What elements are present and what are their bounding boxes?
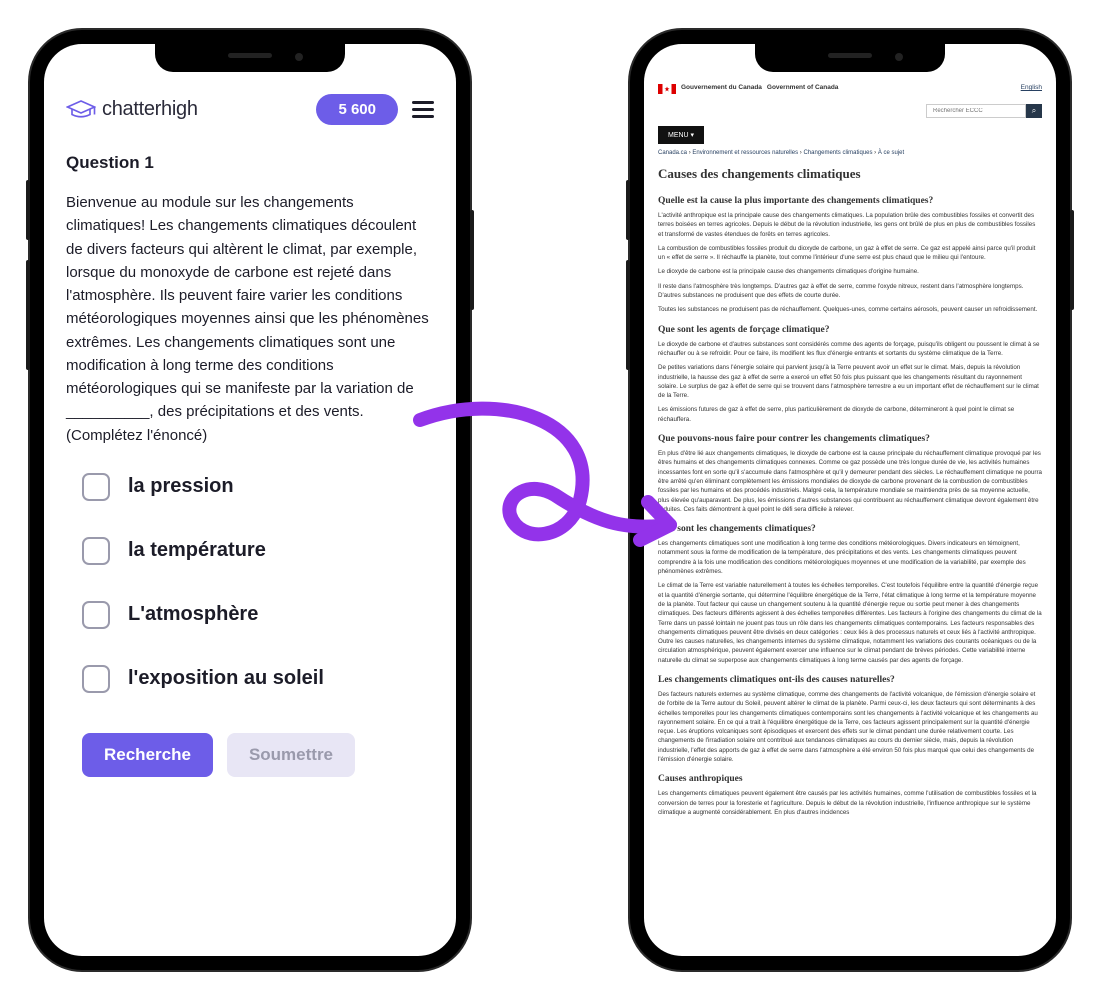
breadcrumb-item[interactable]: Changements climatiques [803, 150, 872, 156]
phone-screen-right: Gouvernement du Canada Government of Can… [644, 44, 1056, 956]
body-text: En plus d'être lié aux changements clima… [658, 449, 1042, 514]
checkbox-icon[interactable] [82, 665, 110, 693]
menu-button[interactable]: MENU ▾ [658, 126, 704, 144]
quiz-app: chatterhigh 5 600 Question 1 Bienvenue a… [44, 44, 456, 956]
question-number: Question 1 [66, 153, 434, 173]
gov-header: Gouvernement du Canada Government of Can… [658, 84, 1042, 94]
phone-side-button [470, 210, 474, 310]
search-button[interactable]: ⌕ [1026, 104, 1042, 118]
canada-flag-icon [658, 84, 676, 94]
body-text: Le dioxyde de carbone et d'autres substa… [658, 340, 1042, 359]
option-label: la température [128, 539, 266, 562]
research-button[interactable]: Recherche [82, 733, 213, 777]
header-right: 5 600 [316, 94, 434, 125]
option-1[interactable]: la pression [82, 473, 434, 501]
submit-button[interactable]: Soumettre [227, 733, 355, 777]
option-4[interactable]: l'exposition au soleil [82, 665, 434, 693]
gov-name-fr: Gouvernement du Canada [681, 84, 762, 92]
body-text: La combustion de combustibles fossiles p… [658, 244, 1042, 263]
checkbox-icon[interactable] [82, 601, 110, 629]
breadcrumb-item[interactable]: À ce sujet [878, 150, 904, 156]
brand-logo[interactable]: chatterhigh [66, 98, 198, 121]
phone-notch [155, 44, 345, 72]
body-text: Le climat de la Terre est variable natur… [658, 581, 1042, 665]
phone-side-button [1070, 210, 1074, 310]
section-heading: Causes anthropiques [658, 774, 1042, 784]
body-text: De petites variations dans l'énergie sol… [658, 363, 1042, 400]
search-input[interactable] [926, 104, 1026, 118]
phone-notch [755, 44, 945, 72]
brand-text: chatterhigh [102, 98, 198, 121]
breadcrumb: Canada.ca › Environnement et ressources … [658, 150, 1042, 156]
gov-name-en: Government of Canada [767, 84, 839, 92]
gov-article: Gouvernement du Canada Government of Can… [644, 44, 1056, 956]
option-3[interactable]: L'atmosphère [82, 601, 434, 629]
search-row: ⌕ [658, 104, 1042, 118]
option-label: l'exposition au soleil [128, 667, 324, 690]
checkbox-icon[interactable] [82, 473, 110, 501]
option-label: L'atmosphère [128, 603, 258, 626]
page-title: Causes des changements climatiques [658, 166, 1042, 182]
phone-mockup-right: Gouvernement du Canada Government of Can… [630, 30, 1070, 970]
breadcrumb-home[interactable]: Canada.ca [658, 150, 687, 156]
question-text: Bienvenue au module sur les changements … [66, 191, 434, 447]
section-heading: Que sont les changements climatiques? [658, 524, 1042, 534]
body-text: Toutes les substances ne produisent pas … [658, 305, 1042, 314]
option-2[interactable]: la température [82, 537, 434, 565]
options-list: la pression la température L'atmosphère … [66, 473, 434, 693]
action-buttons: Recherche Soumettre [66, 733, 434, 777]
app-header: chatterhigh 5 600 [66, 94, 434, 125]
section-heading: Que pouvons-nous faire pour contrer les … [658, 434, 1042, 444]
checkbox-icon[interactable] [82, 537, 110, 565]
language-toggle[interactable]: English [1021, 84, 1042, 91]
search-box: ⌕ [926, 104, 1042, 118]
section-heading: Les changements climatiques ont-ils des … [658, 675, 1042, 685]
section-heading: Quelle est la cause la plus importante d… [658, 196, 1042, 206]
search-icon: ⌕ [1032, 106, 1036, 116]
grad-cap-icon [66, 99, 96, 121]
breadcrumb-item[interactable]: Environnement et ressources naturelles [692, 150, 798, 156]
body-text: Il reste dans l'atmosphère très longtemp… [658, 282, 1042, 301]
menu-icon[interactable] [412, 101, 434, 118]
phone-mockup-left: chatterhigh 5 600 Question 1 Bienvenue a… [30, 30, 470, 970]
section-heading: Que sont les agents de forçage climatiqu… [658, 325, 1042, 335]
body-text: Les changements climatiques sont une mod… [658, 539, 1042, 576]
phone-screen-left: chatterhigh 5 600 Question 1 Bienvenue a… [44, 44, 456, 956]
body-text: Les émissions futures de gaz à effet de … [658, 405, 1042, 424]
gov-logo[interactable]: Gouvernement du Canada Government of Can… [658, 84, 838, 94]
option-label: la pression [128, 475, 234, 498]
points-badge[interactable]: 5 600 [316, 94, 398, 125]
body-text: Des facteurs naturels externes au systèm… [658, 690, 1042, 764]
body-text: L'activité anthropique est la principale… [658, 211, 1042, 239]
body-text: Les changements climatiques peuvent égal… [658, 789, 1042, 817]
body-text: Le dioxyde de carbone est la principale … [658, 267, 1042, 276]
